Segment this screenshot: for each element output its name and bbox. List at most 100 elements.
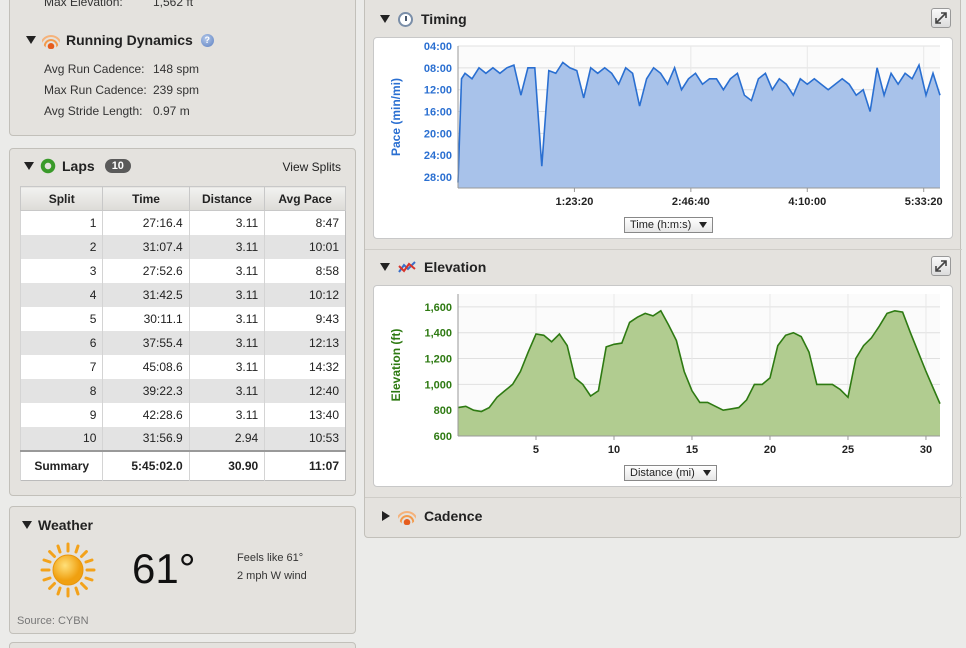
- table-cell: 31:07.4: [102, 234, 190, 259]
- chevron-down-icon: [699, 222, 708, 228]
- summary-row: Summary 5:45:02.0 30.90 11:07: [19, 449, 346, 481]
- collapse-triangle-icon[interactable]: [380, 263, 390, 271]
- table-cell: 14:32: [264, 354, 346, 379]
- view-splits-link[interactable]: View Splits: [283, 160, 341, 174]
- avg-stride-length-row: Avg Stride Length: 0.97 m: [44, 104, 190, 118]
- x-tick-label: 10: [608, 444, 620, 456]
- elevation-header[interactable]: Elevation: [380, 259, 486, 275]
- timing-title: Timing: [421, 11, 467, 27]
- table-row[interactable]: 6 37:55.4 3.11 12:13: [19, 330, 346, 355]
- running-dynamics-header[interactable]: Running Dynamics ?: [26, 31, 214, 49]
- y-tick-label: 16:00: [424, 107, 452, 119]
- x-tick-label: 4:10:00: [788, 196, 826, 208]
- clock-icon: [398, 11, 413, 27]
- weather-header[interactable]: Weather: [22, 517, 93, 533]
- table-row[interactable]: 1 27:16.4 3.11 8:47: [19, 210, 346, 235]
- table-cell: 31:42.5: [102, 282, 190, 307]
- table-cell: 3.11: [188, 282, 265, 307]
- table-cell: 8:58: [264, 258, 346, 283]
- column-header[interactable]: Split: [19, 186, 104, 211]
- timing-header[interactable]: Timing: [380, 11, 467, 27]
- laps-panel: Laps 10 View Splits Split Time Distance Avg…: [9, 148, 356, 496]
- expand-elevation-button[interactable]: [931, 256, 951, 276]
- table-cell: 7: [19, 354, 103, 379]
- table-cell: 42:28.6: [102, 402, 190, 427]
- table-cell: 3: [19, 258, 103, 283]
- x-tick-label: 30: [920, 444, 932, 456]
- laps-header[interactable]: Laps 10: [24, 158, 131, 174]
- table-cell: 1: [19, 210, 103, 235]
- summary-cell: 11:07: [264, 449, 346, 481]
- table-row[interactable]: 2 31:07.4 3.11 10:01: [19, 234, 346, 259]
- running-dynamics-icon: [42, 31, 60, 49]
- table-row[interactable]: 9 42:28.6 3.11 13:40: [19, 402, 346, 427]
- collapse-triangle-icon[interactable]: [380, 15, 390, 23]
- avg-run-cadence-value: 148 spm: [153, 62, 200, 76]
- elevation-icon: [398, 261, 416, 273]
- timing-chart: 04:00 08:00 12:00 16:00 20:00 24:00 28:00 1:23:…: [373, 37, 953, 239]
- expand-icon: [935, 260, 947, 272]
- table-cell: 2: [19, 234, 103, 259]
- table-cell: 27:16.4: [102, 210, 190, 235]
- x-tick-label: 15: [686, 444, 698, 456]
- table-cell: 3.11: [188, 354, 265, 379]
- expand-triangle-icon[interactable]: [382, 511, 390, 521]
- y-tick-label: 600: [434, 431, 452, 443]
- table-cell: 9:43: [264, 306, 346, 331]
- table-cell: 3.11: [188, 330, 265, 355]
- laps-title: Laps: [62, 158, 95, 174]
- table-cell: 8:47: [264, 210, 346, 235]
- table-cell: 10:01: [264, 234, 346, 259]
- charts-panel: Timing 04:00 08:00 12:00 16:00 20:00 24:00 28:…: [364, 0, 962, 538]
- collapse-triangle-icon[interactable]: [26, 36, 36, 44]
- table-row[interactable]: 8 39:22.3 3.11 12:40: [19, 378, 346, 403]
- table-cell: 3.11: [188, 234, 265, 259]
- table-row[interactable]: 5 30:11.1 3.11 9:43: [19, 306, 346, 331]
- y-tick-label: 08:00: [424, 63, 452, 75]
- feels-like: Feels like 61°: [237, 552, 304, 564]
- y-tick-label: 20:00: [424, 128, 452, 140]
- y-tick-label: 28:00: [424, 172, 452, 184]
- avg-stride-length-label: Avg Stride Length:: [44, 104, 143, 118]
- collapse-triangle-icon[interactable]: [22, 521, 32, 529]
- column-header[interactable]: Time: [102, 186, 190, 211]
- table-row[interactable]: 7 45:08.6 3.11 14:32: [19, 354, 346, 379]
- y-tick-label: 24:00: [424, 150, 452, 162]
- table-row[interactable]: 3 27:52.6 3.11 8:58: [19, 258, 346, 283]
- table-cell: 10: [19, 426, 103, 451]
- avg-stride-length-value: 0.97 m: [153, 104, 190, 118]
- weather-title: Weather: [38, 517, 93, 533]
- table-cell: 45:08.6: [102, 354, 190, 379]
- table-row[interactable]: 10 31:56.9 2.94 10:53: [19, 426, 346, 451]
- column-header[interactable]: Distance: [188, 186, 266, 211]
- table-cell: 31:56.9: [102, 426, 190, 451]
- elevation-chart: 600 800 1,000 1,200 1,400 1,600 5 10 15 20 25 30 Ele…: [373, 285, 953, 487]
- table-row[interactable]: 4 31:42.5 3.11 10:12: [19, 282, 346, 307]
- max-elevation-value: 1,562 ft: [153, 0, 194, 9]
- laps-table: Split Time Distance Avg Pace 1 27:16.4 3.11 8:…: [19, 186, 346, 481]
- table-cell: 10:53: [264, 426, 346, 451]
- table-cell: 12:40: [264, 378, 346, 403]
- table-cell: 3.11: [188, 210, 265, 235]
- timing-x-axis-select[interactable]: Time (h:m:s): [624, 217, 714, 233]
- avg-run-cadence-row: Avg Run Cadence: 148 spm: [44, 62, 199, 76]
- laps-table-header: Split Time Distance Avg Pace: [19, 186, 346, 211]
- elevation-x-axis-select[interactable]: Distance (mi): [624, 465, 717, 481]
- elevation-title: Elevation: [424, 259, 487, 275]
- running-dynamics-icon: [398, 507, 416, 525]
- column-header[interactable]: Avg Pace: [264, 186, 346, 211]
- table-cell: 4: [19, 282, 103, 307]
- table-cell: 3.11: [188, 402, 265, 427]
- x-tick-label: 5: [533, 444, 539, 456]
- expand-timing-button[interactable]: [931, 8, 951, 28]
- elevation-x-axis-value: Distance (mi): [630, 467, 695, 479]
- cadence-header[interactable]: Cadence: [382, 507, 482, 525]
- help-icon[interactable]: ?: [200, 33, 214, 47]
- divider: [365, 249, 962, 250]
- max-run-cadence-row: Max Run Cadence: 239 spm: [44, 83, 199, 97]
- x-tick-label: 5:33:20: [905, 196, 943, 208]
- collapse-triangle-icon[interactable]: [24, 162, 34, 170]
- chevron-down-icon: [702, 470, 711, 476]
- table-cell: 12:13: [264, 330, 346, 355]
- sun-icon: [40, 542, 96, 598]
